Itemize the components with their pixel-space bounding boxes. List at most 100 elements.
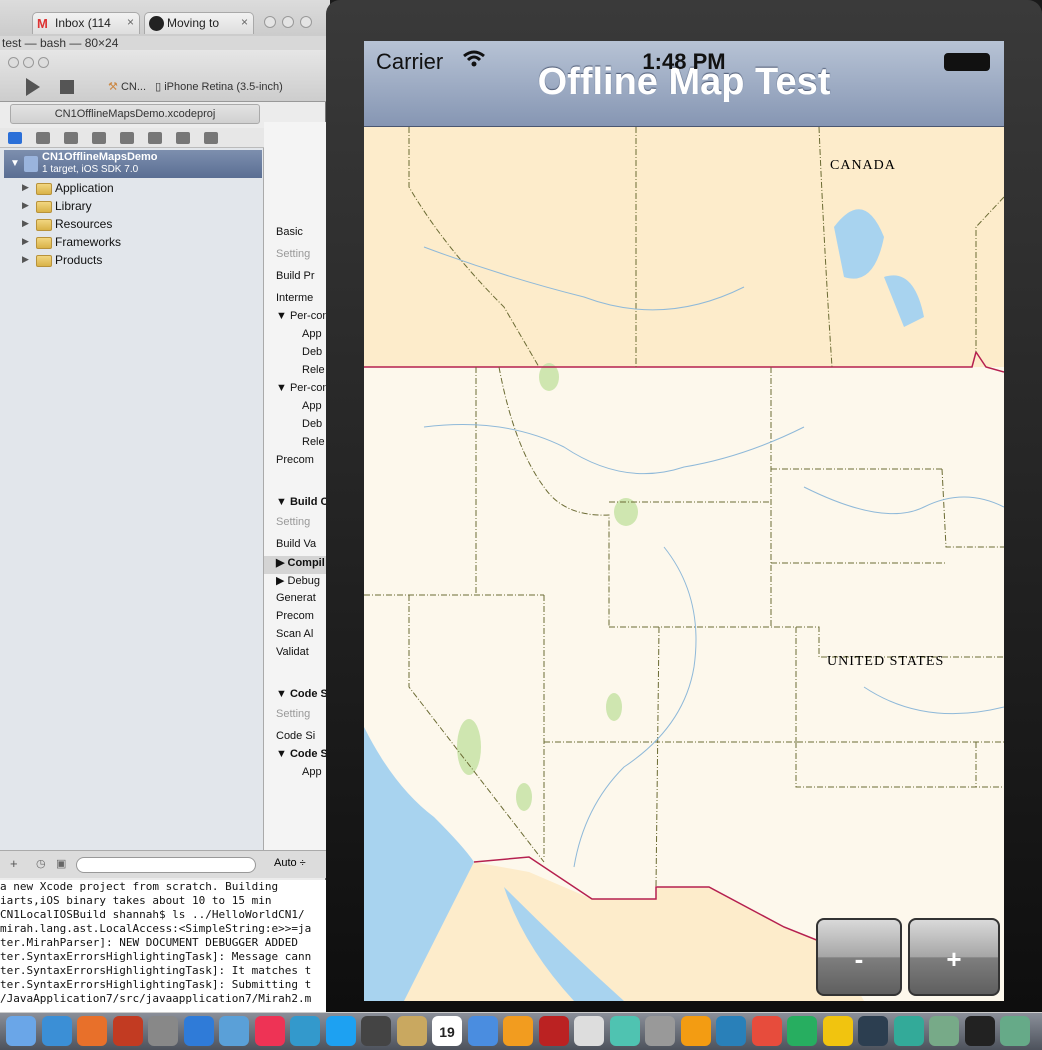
auto-selector[interactable]: Auto ÷ [264,850,326,878]
disclosure-right-icon[interactable]: ▶ [22,182,29,193]
o-icon[interactable] [822,1016,853,1046]
itunes-icon[interactable] [467,1016,498,1046]
build-setting-row[interactable]: Interme [264,292,326,310]
build-setting-row[interactable]: ▶ Debug [264,574,326,592]
camera-icon[interactable] [361,1016,391,1046]
minimize-button[interactable] [282,16,294,28]
address-book-icon[interactable] [396,1016,427,1046]
calendar-icon[interactable]: 19 [432,1016,462,1046]
build-setting-row[interactable]: Setting [264,516,326,534]
filter-input[interactable] [76,857,256,873]
build-setting-row[interactable]: Rele [264,436,326,454]
add-icon[interactable]: + [10,856,18,871]
build-setting-row[interactable]: Scan Al [264,628,326,646]
ibooks-icon[interactable] [503,1016,533,1046]
folder-icon[interactable] [8,132,22,144]
disclosure-right-icon[interactable]: ▶ [22,200,29,211]
java-icon[interactable] [254,1016,285,1046]
firefox-icon[interactable] [77,1016,107,1046]
l-icon[interactable] [858,1016,888,1046]
scm-icon[interactable]: ▣ [56,857,66,870]
terminal-line: ter.MirahParser]: NEW DOCUMENT DEBUGGER … [0,936,299,949]
run-button[interactable] [26,78,40,96]
filezilla-icon[interactable] [112,1016,143,1046]
no-entry-icon[interactable] [574,1016,604,1046]
editor-tab[interactable]: CN1OfflineMapsDemo.xcodeproj [10,104,260,124]
build-setting-row[interactable]: Setting [264,708,326,726]
search-icon[interactable] [64,132,78,144]
photo-booth-icon[interactable] [538,1016,569,1046]
build-setting-row[interactable]: ▼ Per-con [264,382,326,400]
close-icon[interactable]: × [241,15,248,29]
stop-button[interactable] [60,80,74,94]
zoom-out-button[interactable]: - [816,918,902,996]
disclosure-right-icon[interactable]: ▶ [22,236,29,247]
list-icon[interactable] [148,132,162,144]
build-setting-row[interactable]: Generat [264,592,326,610]
build-setting-row[interactable]: Build Va [264,538,326,556]
terminal-line: ter.SyntaxErrorsHighlightingTask]: It ma… [0,964,312,977]
log-icon[interactable] [204,132,218,144]
build-setting-row[interactable]: ▼ Code S [264,688,326,706]
hierarchy-icon[interactable] [36,132,50,144]
zoom-button[interactable] [38,57,49,68]
close-icon[interactable]: × [127,15,134,29]
folder-label: Resources [55,217,113,231]
scissors-icon[interactable] [148,1016,178,1046]
build-setting-row[interactable]: ▶ Compil [264,556,326,574]
build-setting-row[interactable]: App [264,766,326,784]
build-setting-row[interactable]: ▼ Per-con [264,310,326,328]
m-icon[interactable] [609,1016,640,1046]
disclosure-down-icon[interactable]: ▼ [10,158,20,169]
build-setting-row[interactable]: Build Pr [264,270,326,288]
iphoto-icon[interactable] [1000,1016,1030,1046]
build-setting-row[interactable]: Code Si [264,730,326,748]
build-setting-row[interactable]: App [264,400,326,418]
build-setting-row[interactable]: App [264,328,326,346]
build-setting-row[interactable]: ▼ Build C [264,496,326,514]
project-root-row[interactable]: ▼ CN1OfflineMapsDemo 1 target, iOS SDK 7… [4,150,262,178]
browser-tab-github[interactable]: Moving to × [144,12,254,34]
browser-tab-gmail[interactable]: M Inbox (114 × [32,12,140,34]
build-setting-row[interactable]: Validat [264,646,326,664]
x-icon[interactable] [787,1016,817,1046]
build-setting-row[interactable]: Deb [264,346,326,364]
workbench-icon[interactable] [219,1016,249,1046]
build-setting-row[interactable]: Setting [264,248,326,266]
warning-icon[interactable] [92,132,106,144]
finder-icon[interactable] [6,1016,36,1046]
preview-icon[interactable] [929,1016,959,1046]
terminal-icon[interactable] [964,1016,995,1046]
test-icon[interactable] [120,132,134,144]
build-setting-row[interactable]: Precom [264,454,326,472]
build-setting-row[interactable]: Deb [264,418,326,436]
disclosure-right-icon[interactable]: ▶ [22,254,29,265]
disclosure-right-icon[interactable]: ▶ [22,218,29,229]
close-window-button[interactable] [264,16,276,28]
build-setting-row[interactable]: Precom [264,610,326,628]
park-area [516,783,532,811]
minimize-button[interactable] [23,57,34,68]
skype-icon[interactable] [325,1016,356,1046]
scheme-selector[interactable]: ⚒ CN... ▯ iPhone Retina (3.5-inch) [108,80,283,93]
zoom-button[interactable] [300,16,312,28]
safari-icon[interactable] [41,1016,72,1046]
folder-icon [36,255,52,267]
build-setting-row[interactable]: ▼ Code S [264,748,326,766]
u-icon[interactable] [680,1016,711,1046]
zoom-in-button[interactable]: + [908,918,1000,996]
network-icon[interactable] [893,1016,924,1046]
terminal-line: ter.SyntaxErrorsHighlightingTask]: Messa… [0,950,312,963]
sequel-icon[interactable] [290,1016,320,1046]
build-setting-row[interactable]: Basic [264,226,326,244]
build-setting-row[interactable]: Rele [264,364,326,382]
recent-icon[interactable]: ◷ [36,857,46,870]
close-window-button[interactable] [8,57,19,68]
preferences-icon[interactable] [645,1016,675,1046]
terminal-line: a new Xcode project from scratch. Buildi… [0,880,279,893]
breakpoint-icon[interactable] [176,132,190,144]
p-icon[interactable] [751,1016,782,1046]
w-icon[interactable] [716,1016,746,1046]
intellij-icon[interactable] [183,1016,214,1046]
map-view[interactable]: CANADA UNITED STATES [364,127,1004,1001]
